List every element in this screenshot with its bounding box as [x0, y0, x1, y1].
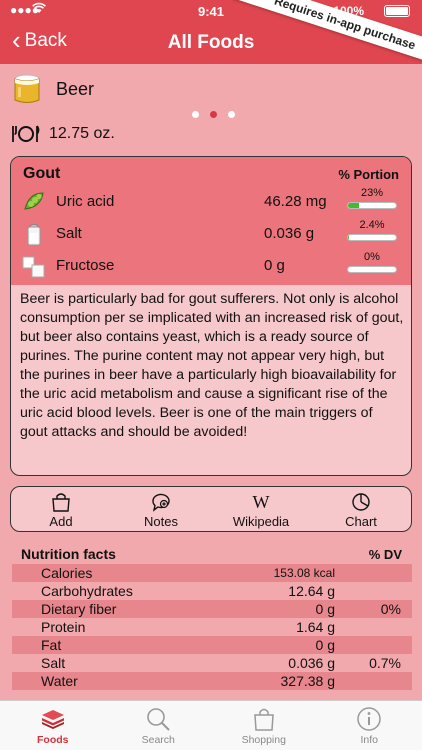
nutrition-table: Calories 153.08 kcal Carbohydrates 12.64…	[12, 564, 412, 690]
wikipedia-label: Wikipedia	[232, 514, 290, 529]
notes-button[interactable]: Notes	[111, 487, 211, 531]
nutrition-value: 153.08 kcal	[273, 566, 335, 580]
add-label: Add	[49, 514, 73, 529]
chart-button[interactable]: Chart	[311, 487, 411, 531]
tab-foods[interactable]: Foods	[0, 701, 106, 750]
nutrition-row: Water 327.38 g	[12, 672, 412, 690]
action-bar: Add Notes W Wikipedia Chart	[10, 486, 412, 532]
nutrition-value: 0 g	[315, 637, 335, 653]
dv-header: % DV	[368, 547, 402, 562]
sugar-cubes-icon	[22, 256, 45, 278]
peas-icon	[24, 192, 44, 210]
battery-icon	[384, 5, 410, 17]
food-header: Beer	[12, 72, 94, 106]
nutrient-label: Salt	[56, 225, 82, 242]
tab-search[interactable]: Search	[106, 701, 212, 750]
shopping-bag-icon	[52, 493, 70, 512]
page-dot-active[interactable]	[210, 111, 217, 118]
nutrition-row: Carbohydrates 12.64 g	[12, 582, 412, 600]
nutrition-value: 0 g	[315, 601, 335, 617]
notes-icon	[152, 493, 170, 512]
gout-title: Gout	[23, 165, 61, 182]
nutrition-label: Fat	[41, 637, 62, 653]
search-icon	[147, 708, 170, 731]
gout-row-salt: Salt 0.036 g 2.4%	[11, 219, 411, 249]
tab-label: Shopping	[241, 734, 286, 746]
wikipedia-button[interactable]: W Wikipedia	[211, 487, 311, 531]
nutrition-row: Protein 1.64 g	[12, 618, 412, 636]
salt-shaker-icon	[27, 224, 41, 246]
nutrition-row: Calories 153.08 kcal	[12, 564, 412, 582]
nutrition-value: 327.38 g	[280, 673, 336, 689]
tab-info[interactable]: Info	[317, 701, 422, 750]
chart-label: Chart	[345, 514, 377, 529]
percent-bar	[347, 234, 397, 241]
nutrition-row: Salt 0.036 g 0.7%	[12, 654, 412, 672]
add-button[interactable]: Add	[11, 487, 111, 531]
nutrition-dv: 0.7%	[369, 655, 401, 671]
nutrition-label: Calories	[41, 565, 93, 581]
nutrition-row: Fat 0 g	[12, 636, 412, 654]
nutrition-label: Dietary fiber	[41, 601, 117, 617]
gout-card: Gout % Portion Uric acid 46.28 mg 23% Sa…	[10, 156, 412, 476]
svg-text:W: W	[253, 492, 270, 512]
nutrient-label: Fructose	[56, 257, 115, 274]
tab-label: Info	[360, 734, 378, 746]
percent-label: 2.4%	[359, 219, 385, 231]
nutrition-value: 1.64 g	[296, 619, 335, 635]
portion-header: % Portion	[338, 167, 399, 182]
tab-label: Search	[141, 734, 175, 746]
percent-bar	[347, 266, 397, 273]
wikipedia-icon: W	[253, 492, 270, 512]
nutrient-value: 0 g	[264, 257, 285, 274]
portion-size[interactable]: 12.75 oz.	[11, 124, 115, 144]
tab-shopping[interactable]: Shopping	[211, 701, 317, 750]
percent-bar-fill	[348, 235, 350, 240]
plate-cutlery-icon	[12, 125, 40, 142]
nutrition-label: Carbohydrates	[41, 583, 133, 599]
nutrition-row: Dietary fiber 0 g 0%	[12, 600, 412, 618]
portion-label: 12.75 oz.	[49, 125, 115, 142]
gout-row-fructose: Fructose 0 g 0%	[11, 251, 411, 281]
tab-bar: Foods Search Shopping Info	[0, 700, 422, 750]
nutrition-dv: 0%	[380, 601, 401, 617]
tab-label: Foods	[37, 734, 69, 746]
shopping-bag-icon	[253, 708, 274, 731]
beer-glass-icon	[14, 74, 40, 103]
food-name: Beer	[56, 78, 95, 99]
page-indicator[interactable]	[192, 111, 235, 118]
percent-label: 23%	[360, 187, 384, 199]
percent-bar-fill	[348, 203, 360, 208]
foods-icon	[41, 710, 64, 729]
percent-bar	[347, 202, 397, 209]
gout-row-uric-acid: Uric acid 46.28 mg 23%	[11, 187, 411, 217]
nutrition-value: 0.036 g	[288, 655, 335, 671]
nutrition-label: Salt	[41, 655, 66, 671]
page-dot[interactable]	[192, 111, 199, 118]
notes-label: Notes	[144, 514, 178, 529]
percent-label: 0%	[364, 251, 380, 263]
page-dot[interactable]	[228, 111, 235, 118]
nutrient-value: 46.28 mg	[264, 193, 327, 210]
nutrition-label: Water	[41, 673, 78, 689]
nutrition-value: 12.64 g	[288, 583, 335, 599]
gout-description: Beer is particularly bad for gout suffer…	[20, 291, 404, 440]
pie-chart-icon	[352, 493, 370, 511]
nutrition-label: Protein	[41, 619, 86, 635]
info-icon	[357, 707, 381, 731]
gout-summary: Gout % Portion Uric acid 46.28 mg 23% Sa…	[11, 157, 411, 285]
nutrition-title: Nutrition facts	[21, 546, 116, 562]
nutrient-value: 0.036 g	[264, 225, 315, 242]
nutrient-label: Uric acid	[56, 193, 115, 210]
